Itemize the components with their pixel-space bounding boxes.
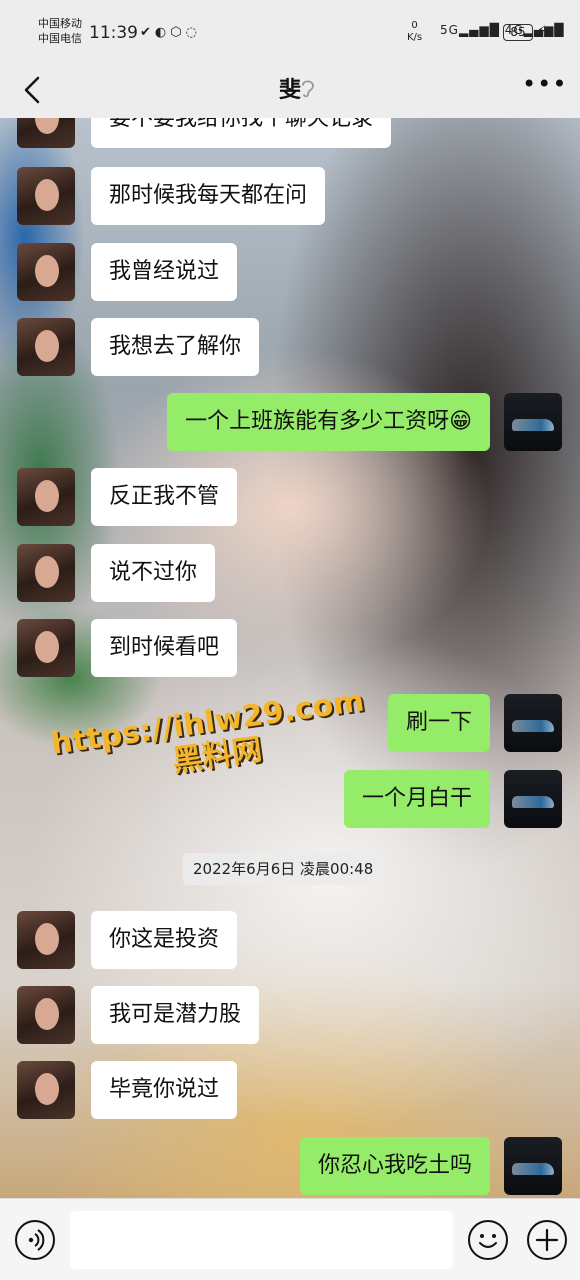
message-bubble-received[interactable]: 要不要我给你找个聊天记录 (91, 118, 392, 148)
contact-avatar[interactable] (17, 911, 75, 969)
app-notification-icon: ◐ (154, 25, 171, 40)
message-bubble-received[interactable]: 那时候我每天都在问 (91, 167, 326, 225)
message-bubble-sent[interactable]: 你忍心我吃土吗 (299, 1137, 490, 1195)
voice-icon (28, 1229, 45, 1251)
contact-avatar[interactable] (17, 167, 75, 225)
status-bar: 中国移动 中国电信 11:39 ✔◐⬡◌ 0 K/s 5G▂▄▆█ 4G▂▄▆█… (0, 0, 580, 62)
chat-header: 斐 ••• (0, 62, 580, 118)
contact-avatar[interactable] (17, 986, 75, 1044)
chat-title: 斐 (278, 78, 301, 103)
ear-icon (300, 77, 316, 103)
contact-avatar[interactable] (17, 619, 75, 677)
carrier-info: 中国移动 中国电信 (38, 16, 82, 46)
message-bubble-received[interactable]: 我可是潜力股 (91, 986, 260, 1044)
carrier-2: 中国电信 (38, 32, 82, 45)
message-bubble-sent[interactable]: 刷一下 (387, 694, 490, 752)
message-bubble-received[interactable]: 我曾经说过 (91, 243, 238, 301)
voice-button[interactable] (15, 1220, 55, 1260)
charging-icon: ⚡ (537, 24, 547, 39)
message-input[interactable] (70, 1211, 453, 1269)
message-bubble-received[interactable]: 反正我不管 (91, 468, 238, 526)
message-bubble-received[interactable]: 毕竟你说过 (91, 1061, 238, 1119)
app-notification-icon: ✔ (140, 25, 155, 40)
notification-icons: ✔◐⬡◌ (140, 25, 201, 40)
message-bubble-sent[interactable]: 一个上班族能有多少工资呀😁 (167, 393, 490, 451)
my-avatar[interactable] (504, 770, 562, 828)
emoji-button[interactable] (468, 1220, 508, 1260)
message-timestamp: 2022年6月6日 凌晨00:48 (183, 853, 384, 885)
app-notification-icon: ◌ (185, 25, 201, 40)
my-avatar[interactable] (504, 694, 562, 752)
more-functions-button[interactable] (527, 1220, 567, 1260)
contact-avatar[interactable] (17, 1061, 75, 1119)
message-bubble-sent[interactable]: 一个月白干 (343, 770, 490, 828)
contact-avatar[interactable] (17, 243, 75, 301)
status-time: 11:39 (89, 23, 138, 43)
contact-avatar[interactable] (17, 118, 75, 148)
net-speed: 0 K/s (407, 20, 422, 44)
app-notification-icon: ⬡ (170, 25, 186, 40)
battery-icon: 85 (503, 24, 533, 41)
net-speed-unit: K/s (407, 32, 423, 43)
emoji-icon (479, 1234, 497, 1248)
chat-area[interactable]: 要不要我给你找个聊天记录 那时候我每天都在问 我曾经说过 我想去了解你 一个上班… (0, 118, 580, 1198)
message-bubble-received[interactable]: 我想去了解你 (91, 318, 260, 376)
more-icon: ••• (522, 70, 568, 98)
contact-avatar[interactable] (17, 318, 75, 376)
signal-label-1: 5G (440, 23, 459, 37)
contact-avatar[interactable] (17, 468, 75, 526)
more-button[interactable]: ••• (522, 70, 567, 98)
net-speed-value: 0 (411, 20, 418, 31)
my-avatar[interactable] (504, 1137, 562, 1195)
contact-avatar[interactable] (17, 544, 75, 602)
watermark: https://ihlw29.com 黑料网 (27, 681, 393, 798)
my-avatar[interactable] (504, 393, 562, 451)
plus-icon (535, 1228, 559, 1252)
signal-bars-icon: ▂▄▆█ (458, 23, 500, 37)
message-bubble-received[interactable]: 说不过你 (91, 544, 216, 602)
message-bubble-received[interactable]: 到时候看吧 (91, 619, 238, 677)
message-bubble-received[interactable]: 你这是投资 (91, 911, 238, 969)
input-bar (0, 1198, 580, 1280)
carrier-1: 中国移动 (38, 17, 82, 30)
